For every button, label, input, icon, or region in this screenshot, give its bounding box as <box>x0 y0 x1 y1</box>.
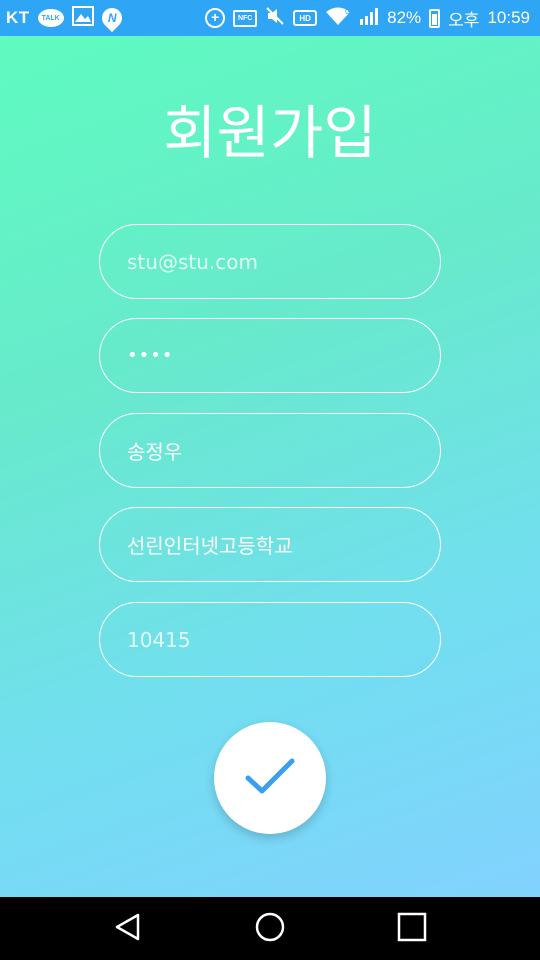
page-title: 회원가입 <box>163 99 377 167</box>
mute-icon <box>265 6 285 31</box>
hd-voice-icon: HD <box>293 10 318 26</box>
nav-recent-button[interactable] <box>384 897 440 960</box>
status-left: KT TALK N <box>6 3 126 33</box>
gallery-icon <box>71 5 94 31</box>
zipcode-value: 10415 <box>127 627 191 652</box>
submit-button[interactable] <box>214 722 326 834</box>
nfc-icon: NFC <box>233 9 258 27</box>
school-field[interactable]: 선린인터넷고등학교 <box>99 507 441 582</box>
name-field[interactable]: 송정우 <box>99 413 441 488</box>
status-bar: KT TALK N + NFC HD G 82% 오후 10:59 <box>0 0 540 36</box>
back-triangle-icon <box>113 912 143 946</box>
email-value: stu@stu.com <box>127 249 258 274</box>
wifi-icon: G <box>325 6 351 31</box>
carrier-label: KT <box>6 8 30 27</box>
network-type-label: G <box>345 9 350 16</box>
school-value: 선린인터넷고등학교 <box>127 534 293 558</box>
password-value: •••• <box>127 345 174 366</box>
signal-icon <box>359 6 379 31</box>
recent-square-icon <box>397 912 427 946</box>
email-field[interactable]: stu@stu.com <box>99 224 441 299</box>
name-value: 송정우 <box>127 440 183 464</box>
check-icon <box>244 756 296 800</box>
password-field[interactable]: •••• <box>99 318 441 393</box>
navigation-bar <box>0 897 540 960</box>
nav-back-button[interactable] <box>100 897 156 960</box>
naver-icon: N <box>97 3 126 33</box>
signup-screen: 회원가입 stu@stu.com •••• 송정우 선린인터넷고등학교 1041… <box>0 36 540 897</box>
nav-home-button[interactable] <box>242 897 298 960</box>
status-right: + NFC HD G 82% 오후 10:59 <box>205 6 530 31</box>
battery-percent: 82% <box>387 8 422 27</box>
data-saver-icon: + <box>205 8 226 28</box>
kakaotalk-icon: TALK <box>37 9 64 27</box>
battery-icon <box>429 8 441 28</box>
zipcode-field[interactable]: 10415 <box>99 602 441 677</box>
clock: 10:59 <box>487 8 530 27</box>
time-ampm: 오후 <box>448 10 480 30</box>
home-circle-icon <box>254 911 286 947</box>
